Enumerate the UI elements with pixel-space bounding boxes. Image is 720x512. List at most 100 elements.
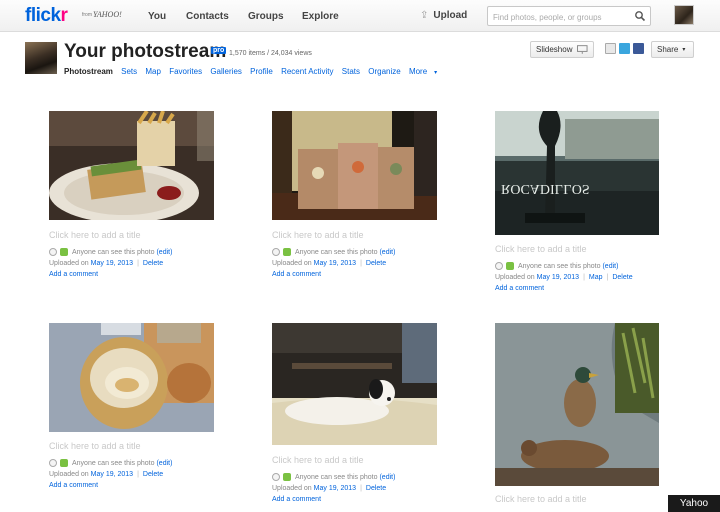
- photo-meta: Click here to add a title Anyone can see…: [272, 230, 396, 278]
- edit-privacy-link[interactable]: (edit): [156, 249, 172, 256]
- photo-meta: Click here to add a title: [495, 494, 587, 512]
- page-title: Your photostream: [64, 41, 227, 62]
- share-button[interactable]: Share ▾: [651, 41, 694, 58]
- tab-recent-activity[interactable]: Recent Activity: [281, 67, 333, 76]
- add-title-link[interactable]: Click here to add a title: [495, 494, 587, 504]
- logo-text: flick: [25, 5, 61, 26]
- license-icon: [272, 473, 280, 481]
- photo-meta: Click here to add a title Anyone can see…: [49, 230, 173, 278]
- flickr-logo[interactable]: flickr from YAHOO!: [25, 5, 122, 27]
- photo-thumbnail[interactable]: ROCADILLOS: [495, 111, 659, 235]
- nav-groups[interactable]: Groups: [248, 11, 284, 22]
- search-icon[interactable]: [634, 10, 646, 22]
- tab-profile[interactable]: Profile: [250, 67, 273, 76]
- logo-yahoo-text: YAHOO!: [93, 10, 122, 19]
- add-comment-link[interactable]: Add a comment: [272, 496, 321, 503]
- tab-organize[interactable]: Organize: [368, 67, 400, 76]
- nav-contacts[interactable]: Contacts: [186, 11, 229, 22]
- slideshow-label: Slideshow: [536, 45, 573, 54]
- add-comment-link[interactable]: Add a comment: [495, 285, 544, 292]
- upload-date-link[interactable]: May 19, 2013: [91, 471, 133, 478]
- visibility-text: Anyone can see this photo: [72, 459, 155, 467]
- delete-link[interactable]: Delete: [612, 274, 632, 281]
- privacy-icon: [283, 473, 291, 481]
- user-avatar[interactable]: [674, 5, 694, 25]
- photostream-stats: 1,570 items / 24,034 views: [229, 50, 312, 57]
- photo-thumbnail[interactable]: [272, 323, 437, 445]
- upload-button[interactable]: ⇪ Upload: [420, 10, 467, 21]
- photo-meta: Click here to add a title Anyone can see…: [495, 244, 633, 292]
- privacy-icon: [506, 262, 514, 270]
- delete-link[interactable]: Delete: [366, 485, 386, 492]
- tab-more[interactable]: More ▾: [409, 67, 443, 76]
- add-title-link[interactable]: Click here to add a title: [272, 455, 395, 465]
- visibility-text: Anyone can see this photo: [518, 262, 601, 270]
- edit-privacy-link[interactable]: (edit): [379, 249, 395, 256]
- uploaded-label: Uploaded on: [272, 259, 312, 267]
- uploaded-label: Uploaded on: [272, 484, 312, 492]
- chevron-down-icon: ▾: [434, 70, 438, 76]
- visibility-text: Anyone can see this photo: [295, 473, 378, 481]
- profile-avatar[interactable]: [25, 42, 57, 74]
- add-title-link[interactable]: Click here to add a title: [495, 244, 633, 254]
- upload-date-link[interactable]: May 19, 2013: [314, 260, 356, 267]
- yahoo-watermark: Yahoo: [668, 495, 720, 512]
- edit-privacy-link[interactable]: (edit): [602, 263, 618, 270]
- nav-you[interactable]: You: [148, 11, 166, 22]
- share-label: Share: [657, 45, 679, 54]
- privacy-icon: [60, 459, 68, 467]
- tab-map[interactable]: Map: [145, 67, 161, 76]
- share-icons: [605, 43, 644, 54]
- upload-date-link[interactable]: May 19, 2013: [537, 274, 579, 281]
- visibility-text: Anyone can see this photo: [72, 248, 155, 256]
- upload-date-link[interactable]: May 19, 2013: [91, 260, 133, 267]
- visibility-text: Anyone can see this photo: [295, 248, 378, 256]
- search-box: [487, 6, 651, 27]
- slideshow-button[interactable]: Slideshow: [530, 41, 594, 58]
- uploaded-label: Uploaded on: [49, 470, 89, 478]
- delete-link[interactable]: Delete: [143, 471, 163, 478]
- privacy-icon: [283, 248, 291, 256]
- license-icon: [49, 459, 57, 467]
- logo-from-text: from: [82, 12, 92, 18]
- tab-sets[interactable]: Sets: [121, 67, 137, 76]
- upload-label: Upload: [433, 10, 468, 21]
- photostream-subnav: Photostream Sets Map Favorites Galleries…: [64, 67, 449, 76]
- uploaded-label: Uploaded on: [495, 273, 535, 281]
- photo-thumbnail[interactable]: [272, 111, 437, 220]
- photo-thumbnail[interactable]: [49, 111, 214, 220]
- add-comment-link[interactable]: Add a comment: [49, 271, 98, 278]
- photo-meta: Click here to add a title Anyone can see…: [49, 441, 173, 489]
- email-icon[interactable]: [605, 43, 616, 54]
- pro-badge[interactable]: pro: [211, 47, 227, 54]
- privacy-icon: [60, 248, 68, 256]
- tab-galleries[interactable]: Galleries: [210, 67, 242, 76]
- tab-photostream[interactable]: Photostream: [64, 67, 113, 76]
- monitor-icon: [577, 45, 588, 54]
- photo-meta: Click here to add a title Anyone can see…: [272, 455, 396, 503]
- add-title-link[interactable]: Click here to add a title: [49, 230, 172, 240]
- add-title-link[interactable]: Click here to add a title: [272, 230, 395, 240]
- delete-link[interactable]: Delete: [143, 260, 163, 267]
- add-comment-link[interactable]: Add a comment: [272, 271, 321, 278]
- search-input[interactable]: [488, 8, 628, 27]
- facebook-icon[interactable]: [633, 43, 644, 54]
- twitter-icon[interactable]: [619, 43, 630, 54]
- logo-accent: r: [60, 5, 68, 26]
- tab-favorites[interactable]: Favorites: [169, 67, 202, 76]
- edit-privacy-link[interactable]: (edit): [379, 474, 395, 481]
- uploaded-label: Uploaded on: [49, 259, 89, 267]
- map-link[interactable]: Map: [589, 274, 603, 281]
- photo-thumbnail[interactable]: [49, 323, 214, 432]
- add-comment-link[interactable]: Add a comment: [49, 482, 98, 489]
- chevron-down-icon: ▾: [682, 47, 686, 53]
- delete-link[interactable]: Delete: [366, 260, 386, 267]
- tab-stats[interactable]: Stats: [342, 67, 360, 76]
- upload-date-link[interactable]: May 19, 2013: [314, 485, 356, 492]
- add-title-link[interactable]: Click here to add a title: [49, 441, 172, 451]
- license-icon: [49, 248, 57, 256]
- svg-text:ROCADILLOS: ROCADILLOS: [501, 181, 590, 196]
- photo-thumbnail[interactable]: [495, 323, 659, 486]
- edit-privacy-link[interactable]: (edit): [156, 460, 172, 467]
- nav-explore[interactable]: Explore: [302, 11, 339, 22]
